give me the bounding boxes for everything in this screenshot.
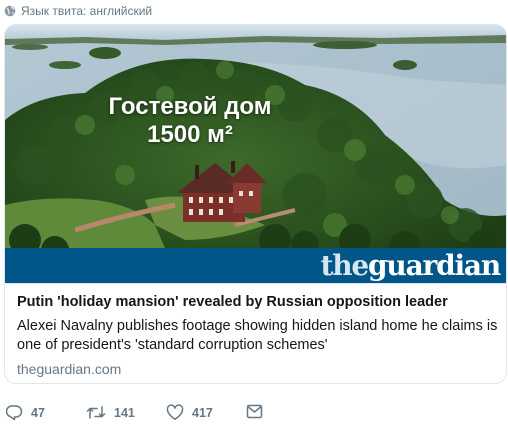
globe-icon [4,5,16,17]
like-button[interactable]: 417 [166,404,213,421]
reply-count: 47 [31,405,45,420]
card-description: Alexei Navalny publishes footage showing… [17,318,498,353]
tweet-language-note: Язык твита: английский [4,2,152,20]
overlay-line-2: 1500 м² [147,121,233,148]
card-domain: theguardian.com [17,361,122,377]
image-caption-overlay: Гостевой дом 1500 м² [105,93,275,149]
island-aerial-photo [5,25,506,283]
like-count: 417 [192,405,213,420]
heart-icon [166,404,184,420]
guardian-brand-bar: theguardian [5,248,506,283]
guardian-logo: theguardian [320,248,502,283]
logo-prefix: the [320,249,370,282]
retweet-icon [86,406,106,419]
card-title: Putin 'holiday mansion' revealed by Russ… [17,294,448,310]
card-body[interactable]: Putin 'holiday mansion' revealed by Russ… [5,283,506,383]
logo-name: guardian [368,249,501,282]
envelope-icon [246,404,263,419]
reply-icon [6,405,23,421]
language-note-text: Язык твита: английский [21,4,153,18]
direct-message-button[interactable] [246,404,263,419]
retweet-button[interactable]: 141 [86,404,135,421]
overlay-line-1: Гостевой дом [108,93,272,120]
link-preview-card[interactable]: Гостевой дом 1500 м² theguardian Putin '… [4,24,507,384]
card-image[interactable]: Гостевой дом 1500 м² theguardian [5,25,506,283]
retweet-count: 141 [114,405,135,420]
reply-button[interactable]: 47 [6,404,45,421]
